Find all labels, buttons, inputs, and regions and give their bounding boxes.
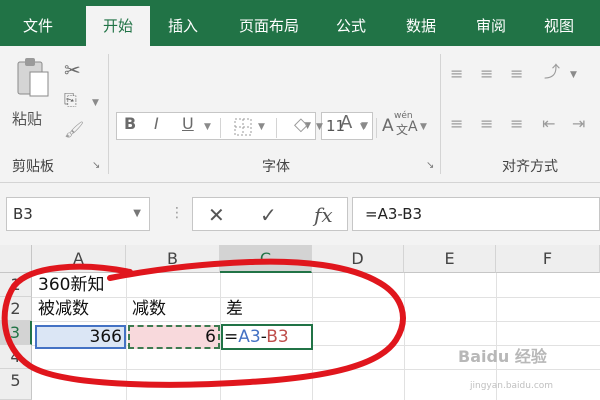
baidu-watermark-url: jingyan.baidu.com	[470, 381, 554, 391]
red-annotation-circle	[1, 258, 406, 388]
baidu-watermark: Baidu 经验	[458, 347, 547, 366]
